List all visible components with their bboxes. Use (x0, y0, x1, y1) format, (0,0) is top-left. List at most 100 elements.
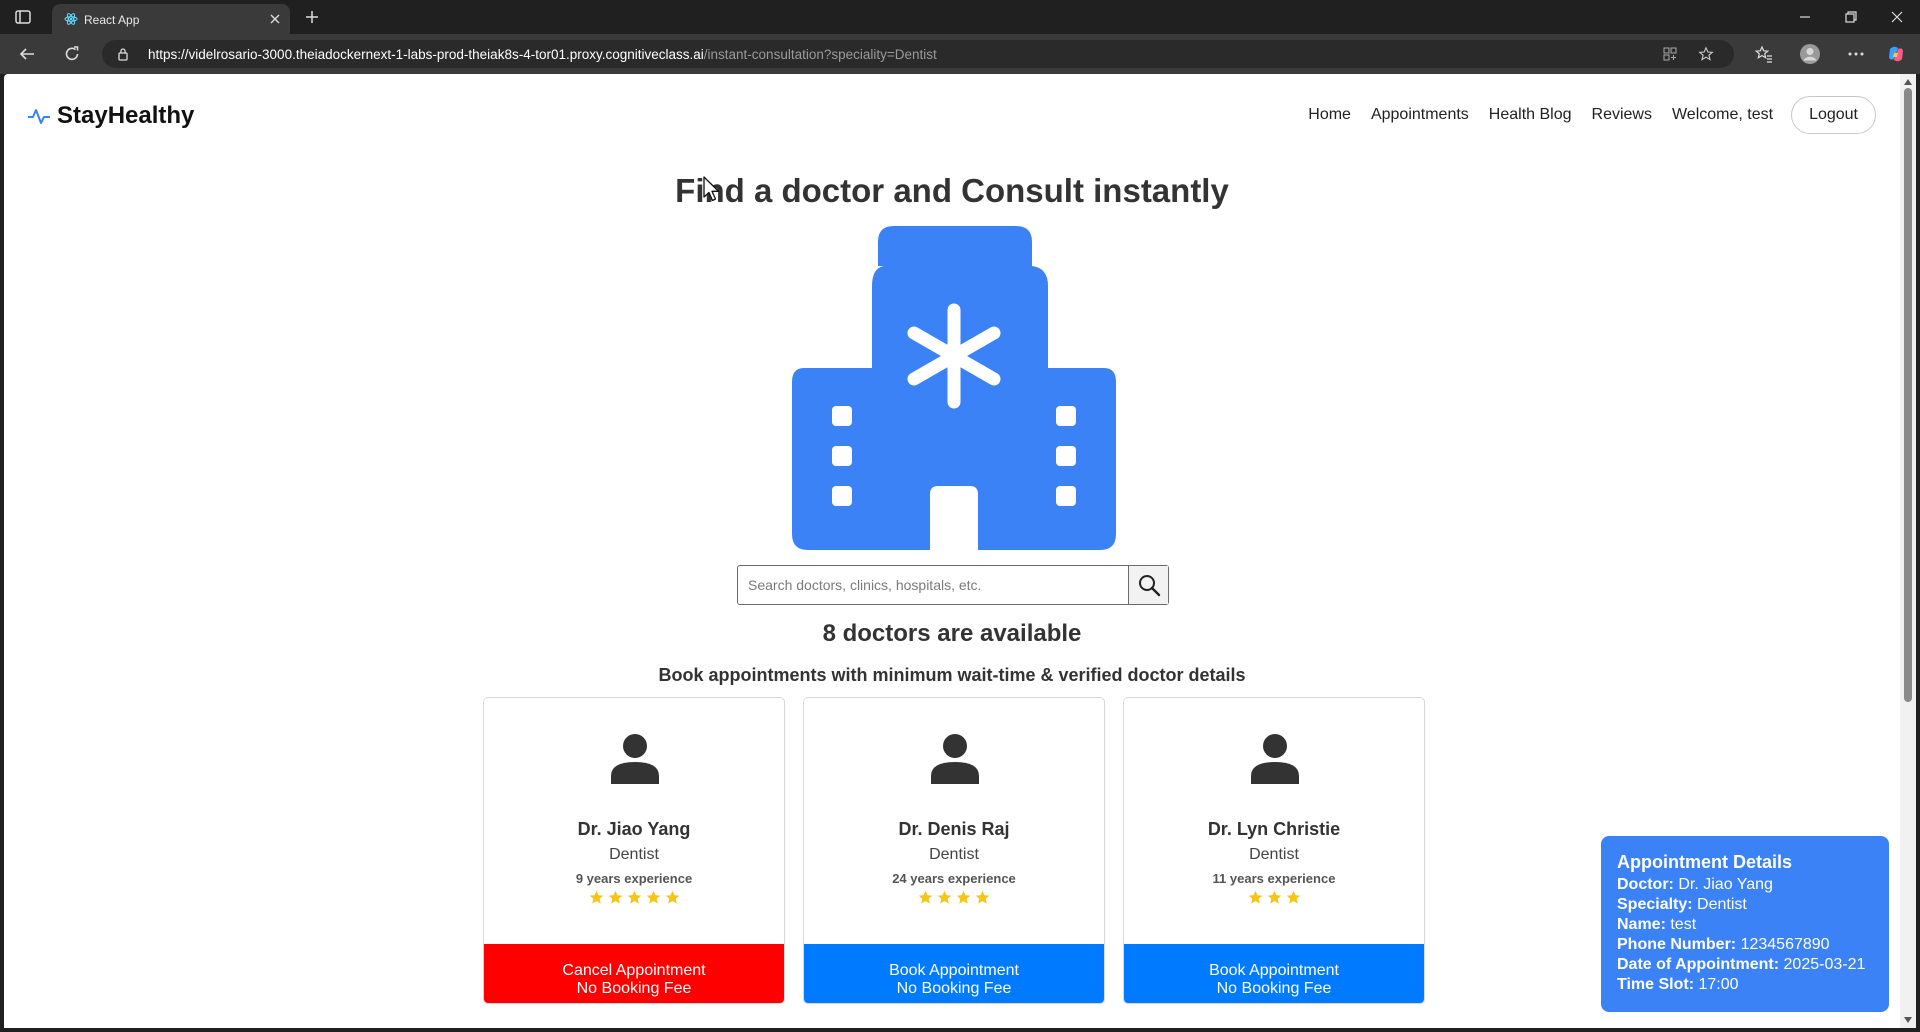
star-icon (646, 890, 660, 904)
nav-appointments-link[interactable]: Appointments (1371, 106, 1469, 124)
star-icon (608, 890, 622, 904)
logout-button[interactable]: Logout (1791, 96, 1876, 134)
doctor-avatar-icon (1251, 734, 1299, 784)
copilot-icon[interactable] (1886, 44, 1906, 64)
sidebar-toggle-icon[interactable] (14, 8, 32, 26)
page-title: Find a doctor and Consult instantly (675, 172, 1229, 209)
page-subtitle: Book appointments with minimum wait-time… (658, 665, 1246, 685)
search-bar (737, 565, 1169, 605)
field-label: Name: (1617, 916, 1666, 933)
field-value: Dentist (1697, 896, 1747, 913)
appointment-details-title: Appointment Details (1617, 852, 1793, 872)
search-input[interactable] (738, 566, 1128, 604)
field-label: Specialty: (1617, 896, 1693, 913)
brand-name: StayHealthy (57, 102, 195, 129)
appointment-name: Name: test (1617, 915, 1873, 935)
field-value: 2025-03-21 (1783, 956, 1866, 973)
button-sublabel: No Booking Fee (1216, 980, 1332, 997)
star-icon (627, 890, 641, 904)
favorite-star-icon[interactable] (1698, 46, 1714, 62)
star-icon (975, 890, 990, 904)
doctor-speciality: Dentist (609, 846, 659, 863)
doctors-available-count: 8 doctors are available (822, 620, 1082, 647)
minimize-icon[interactable] (1796, 8, 1814, 26)
star-icon (1248, 890, 1262, 904)
scrollbar-thumb[interactable] (1904, 88, 1912, 702)
button-label: Book Appointment (889, 962, 1019, 979)
doctor-card: Dr. Jiao Yang Dentist 9 years experience… (483, 697, 785, 1004)
doctor-speciality: Dentist (1249, 846, 1299, 863)
star-icon (918, 890, 933, 904)
browser-tab[interactable]: React App (52, 4, 290, 34)
doctor-card: Dr. Denis Raj Dentist 24 years experienc… (803, 697, 1105, 1004)
brand-logo[interactable]: StayHealthy (27, 102, 195, 129)
field-value: Dr. Jiao Yang (1678, 876, 1773, 893)
button-label: Cancel Appointment (562, 962, 706, 979)
reload-icon[interactable] (62, 44, 82, 64)
star-icon (1267, 890, 1281, 904)
scroll-down-icon[interactable] (1903, 1016, 1913, 1024)
appointment-details-popup: Appointment Details Doctor: Dr. Jiao Yan… (1601, 836, 1889, 1012)
nav-links: Home Appointments Health Blog Reviews We… (1288, 96, 1876, 134)
nav-home-link[interactable]: Home (1308, 106, 1351, 124)
doctor-rating (1124, 890, 1424, 910)
nav-health-blog-link[interactable]: Health Blog (1489, 106, 1572, 124)
scroll-up-icon[interactable] (1903, 78, 1913, 86)
appointment-date: Date of Appointment: 2025-03-21 (1617, 955, 1873, 975)
profile-avatar-icon[interactable] (1799, 43, 1821, 65)
hospital-icon (792, 226, 1116, 550)
doctor-experience: 9 years experience (575, 871, 693, 886)
doctor-name: Dr. Jiao Yang (577, 819, 691, 839)
restore-icon[interactable] (1842, 8, 1860, 26)
doctor-rating (484, 890, 784, 910)
close-window-icon[interactable] (1888, 8, 1906, 26)
field-label: Phone Number: (1617, 936, 1737, 953)
more-options-icon[interactable] (1846, 44, 1866, 64)
star-icon (937, 890, 952, 904)
doctor-card: Dr. Lyn Christie Dentist 11 years experi… (1123, 697, 1425, 1004)
field-label: Date of Appointment: (1617, 956, 1780, 973)
mouse-cursor-icon (703, 176, 720, 202)
tab-title: React App (84, 13, 140, 27)
doctor-experience: 11 years experience (1212, 871, 1336, 886)
star-icon (589, 890, 603, 904)
doctor-name: Dr. Lyn Christie (1207, 819, 1341, 839)
book-appointment-button[interactable]: Book Appointment No Booking Fee (804, 944, 1104, 1003)
app-available-icon[interactable] (1662, 46, 1678, 62)
star-icon (1286, 890, 1300, 904)
welcome-text: Welcome, test (1671, 106, 1774, 123)
cancel-appointment-button[interactable]: Cancel Appointment No Booking Fee (484, 944, 784, 1003)
appointment-phone: Phone Number: 1234567890 (1617, 935, 1873, 955)
lock-icon[interactable] (116, 47, 130, 61)
url-path: /instant-consultation?speciality=Dentist (703, 47, 937, 62)
page-viewport: StayHealthy Home Appointments Health Blo… (4, 74, 1900, 1028)
url-field[interactable]: https://videlrosario-3000.theiadockernex… (102, 40, 1734, 68)
search-button[interactable] (1128, 566, 1168, 604)
favorites-icon[interactable] (1754, 44, 1774, 64)
button-label: Book Appointment (1209, 962, 1339, 979)
button-sublabel: No Booking Fee (896, 980, 1012, 997)
star-icon (665, 890, 679, 904)
close-tab-icon[interactable] (267, 11, 283, 27)
doctor-avatar-icon (931, 734, 979, 784)
search-icon (1138, 575, 1160, 597)
page-scrollbar[interactable] (1900, 74, 1916, 1028)
heartbeat-icon (28, 109, 50, 124)
doctor-experience: 24 years experience (892, 871, 1016, 886)
back-icon[interactable] (17, 44, 37, 64)
doctor-avatar-icon (611, 734, 659, 784)
book-appointment-button[interactable]: Book Appointment No Booking Fee (1124, 944, 1424, 1003)
doctor-rating (804, 890, 1104, 910)
browser-tab-bar: React App (0, 0, 1920, 34)
doctor-name: Dr. Denis Raj (898, 819, 1010, 839)
star-icon (956, 890, 971, 904)
appointment-doctor: Doctor: Dr. Jiao Yang (1617, 875, 1873, 895)
field-value: 1234567890 (1740, 936, 1830, 953)
url-text: https://videlrosario-3000.theiadockernex… (148, 47, 937, 62)
appointment-specialty: Specialty: Dentist (1617, 895, 1873, 915)
field-label: Time Slot: (1617, 976, 1695, 993)
new-tab-icon[interactable] (303, 8, 321, 26)
react-icon (64, 13, 78, 25)
nav-reviews-link[interactable]: Reviews (1592, 106, 1652, 124)
field-label: Doctor: (1617, 876, 1674, 893)
